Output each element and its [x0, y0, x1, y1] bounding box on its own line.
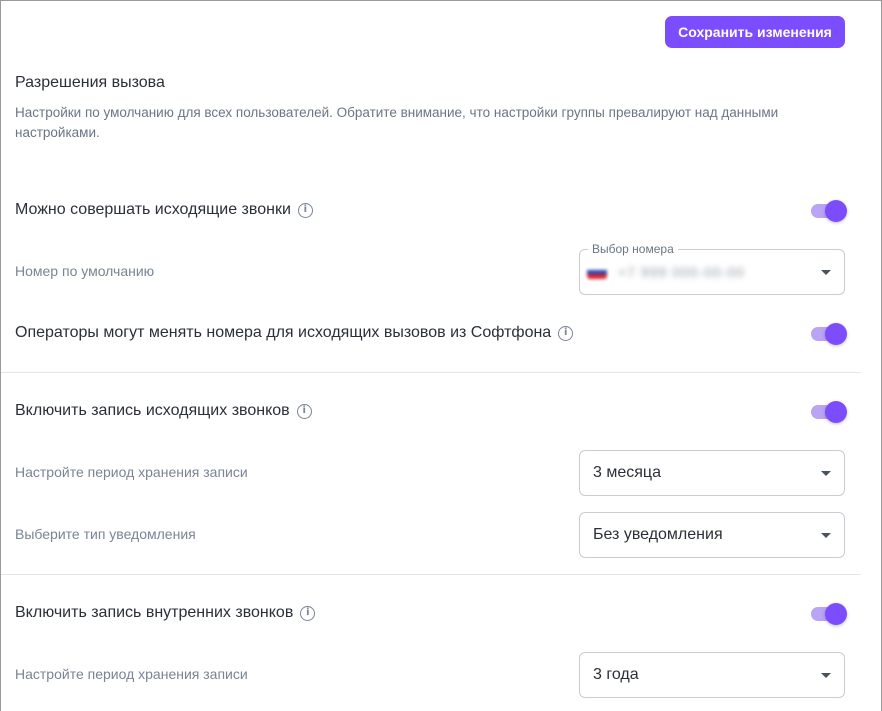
internal-recording-row: Включить запись внутренних звонков i	[15, 604, 316, 622]
outgoing-calls-toggle[interactable]	[809, 200, 847, 222]
section-title: Разрешения вызова	[15, 74, 165, 91]
outgoing-recording-toggle[interactable]	[809, 401, 847, 423]
number-select[interactable]: Выбор номера +7 999 000-00-00	[579, 242, 845, 295]
outgoing-retention-label: Настройте период хранения записи	[15, 464, 248, 480]
save-changes-button[interactable]: Сохранить изменения	[665, 16, 845, 48]
notification-type-label: Выберите тип уведомления	[15, 526, 196, 542]
default-number-label: Номер по умолчанию	[15, 263, 155, 279]
outgoing-retention-select[interactable]: 3 месяца	[579, 450, 845, 496]
chevron-down-icon	[821, 471, 831, 476]
internal-recording-toggle[interactable]	[809, 603, 847, 625]
outgoing-recording-label: Включить запись исходящих звонков	[15, 402, 290, 419]
chevron-down-icon	[821, 673, 831, 678]
flag-icon	[587, 265, 607, 279]
outgoing-calls-label: Можно совершать исходящие звонки	[15, 201, 291, 218]
internal-retention-label: Настройте период хранения записи	[15, 666, 248, 682]
section-description: Настройки по умолчанию для всех пользова…	[15, 105, 779, 140]
outgoing-retention-value: 3 месяца	[593, 464, 661, 481]
outgoing-recording-row: Включить запись исходящих звонков i	[15, 402, 312, 420]
info-icon[interactable]: i	[297, 202, 313, 218]
internal-retention-select[interactable]: 3 года	[579, 652, 845, 698]
notification-type-value: Без уведомления	[593, 526, 723, 543]
info-icon[interactable]: i	[296, 403, 312, 419]
divider	[1, 372, 861, 373]
toggle-knob	[825, 323, 847, 345]
chevron-down-icon	[821, 533, 831, 538]
number-select-legend: Выбор номера	[588, 242, 678, 256]
toggle-knob	[825, 200, 847, 222]
divider	[1, 574, 861, 575]
toggle-knob	[825, 603, 847, 625]
info-icon[interactable]: i	[300, 605, 316, 621]
internal-retention-value: 3 года	[593, 666, 639, 683]
info-icon[interactable]: i	[558, 325, 574, 341]
change-numbers-row: Операторы могут менять номера для исходя…	[15, 324, 574, 342]
chevron-down-icon	[821, 270, 831, 275]
change-numbers-toggle[interactable]	[809, 323, 847, 345]
change-numbers-label: Операторы могут менять номера для исходя…	[15, 324, 552, 341]
notification-type-select[interactable]: Без уведомления	[579, 512, 845, 558]
outgoing-calls-row: Можно совершать исходящие звонки i	[15, 201, 313, 219]
toggle-knob	[825, 401, 847, 423]
settings-panel: Сохранить изменения Разрешения вызова На…	[0, 0, 882, 711]
internal-recording-label: Включить запись внутренних звонков	[15, 604, 294, 621]
selected-number: +7 999 000-00-00	[618, 264, 745, 280]
